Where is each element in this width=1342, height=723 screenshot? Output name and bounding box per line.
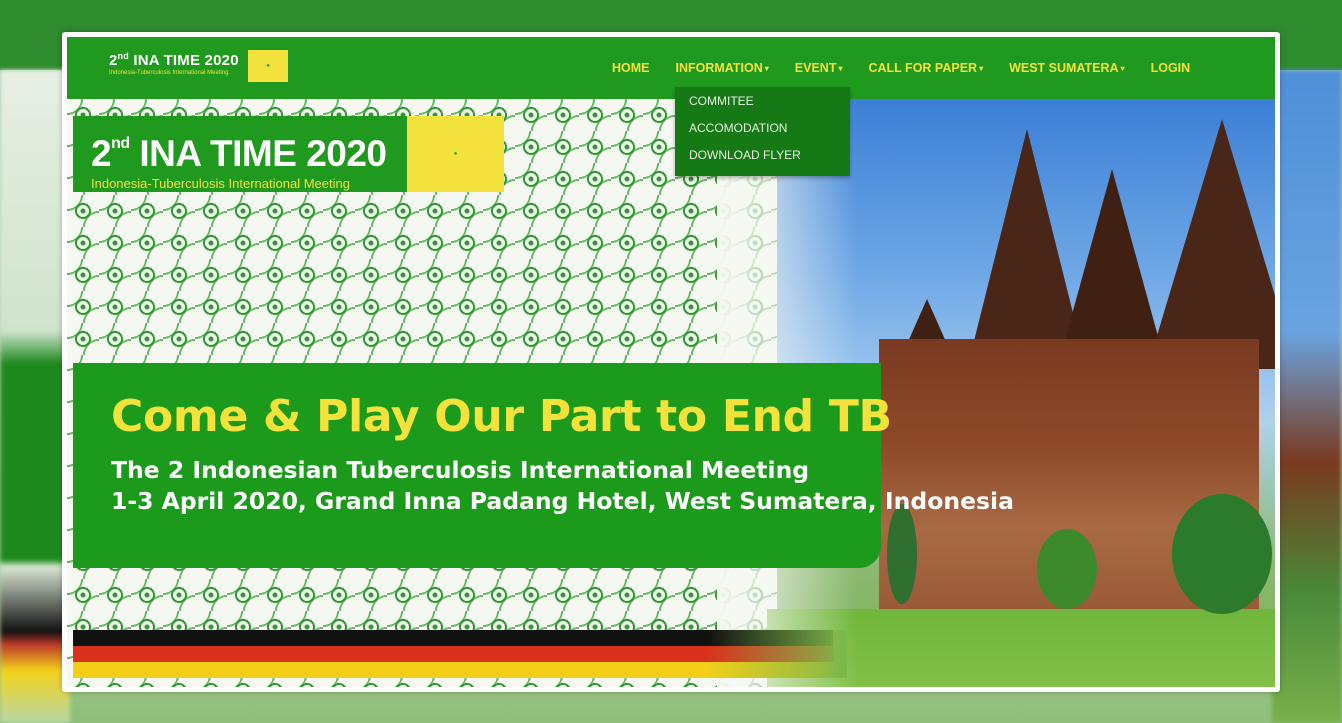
- caret-down-icon: ▾: [838, 63, 843, 73]
- dropdown-item-download-flyer[interactable]: DOWNLOAD FLYER: [675, 147, 850, 174]
- banner-event-name: The 2 Indonesian Tuberculosis Internatio…: [111, 456, 810, 484]
- event-banner: Come & Play Our Part to End TB The 2 Ind…: [73, 363, 1014, 568]
- brand-emblem: ●: [248, 50, 288, 82]
- hero-logo-title: 2nd INA TIME 2020: [91, 133, 387, 174]
- dropdown-item-accomodation[interactable]: ACCOMODATION: [675, 120, 850, 147]
- hero-banner: 2nd INA TIME 2020 Indonesia-Tuberculosis…: [67, 99, 1275, 687]
- information-dropdown-menu: COMMITEE ACCOMODATION DOWNLOAD FLYER: [675, 87, 850, 176]
- nav-item-home[interactable]: HOME: [599, 37, 663, 99]
- hero-logo-subtitle: Indonesia-Tuberculosis International Mee…: [91, 176, 350, 191]
- brand-subtitle: Indonesia-Tuberculosis International Mee…: [109, 70, 229, 76]
- caret-down-icon: ▾: [764, 63, 769, 73]
- stripe-fade: [707, 630, 847, 678]
- nav-item-call-for-paper[interactable]: CALL FOR PAPER ▾: [855, 37, 996, 99]
- brand-title: 2nd INA TIME 2020: [109, 51, 239, 69]
- hero-logo-text: 2nd INA TIME 2020 Indonesia-Tuberculosis…: [73, 116, 407, 192]
- nav-item-west-sumatera[interactable]: WEST SUMATERA ▾: [996, 37, 1138, 99]
- background-blur-right: [1272, 70, 1342, 723]
- dropdown-item-commitee[interactable]: COMMITEE: [675, 93, 850, 120]
- tree: [1172, 494, 1272, 614]
- caret-down-icon: ▾: [979, 63, 984, 73]
- banner-event-details: 1-3 April 2020, Grand Inna Padang Hotel,…: [111, 487, 1014, 515]
- brand-logo[interactable]: 2nd INA TIME 2020 Indonesia-Tuberculosis…: [109, 51, 247, 85]
- background-blur-left: [0, 70, 70, 723]
- roof-spire: [1147, 119, 1275, 369]
- banner-headline: Come & Play Our Part to End TB: [111, 391, 892, 442]
- page-frame: 2nd INA TIME 2020 Indonesia-Tuberculosis…: [62, 32, 1280, 692]
- top-navbar: 2nd INA TIME 2020 Indonesia-Tuberculosis…: [67, 37, 1275, 99]
- hero-logo-emblem: ●: [407, 116, 504, 192]
- hero-logo: 2nd INA TIME 2020 Indonesia-Tuberculosis…: [73, 116, 504, 192]
- tree: [1037, 529, 1097, 609]
- tree: [887, 504, 917, 604]
- caret-down-icon: ▾: [1120, 63, 1125, 73]
- nav-item-login[interactable]: LOGIN: [1138, 37, 1204, 99]
